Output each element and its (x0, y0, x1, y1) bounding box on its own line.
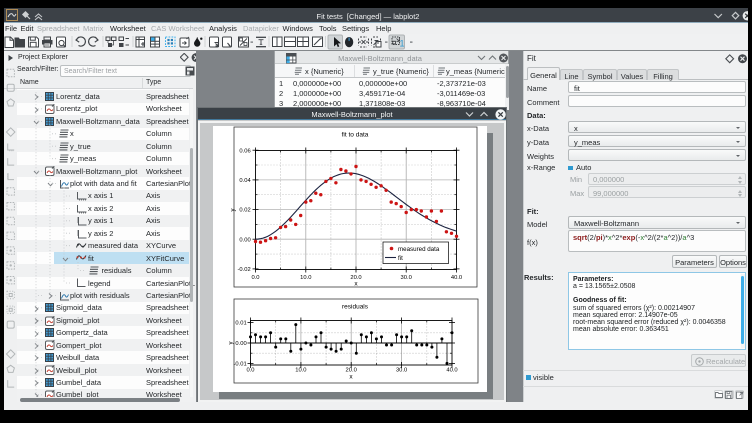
svg-text:0.01: 0.01 (235, 321, 246, 327)
svg-text:y: y (229, 342, 235, 345)
svg-text:residuals: residuals (342, 304, 369, 311)
svg-text:40.0: 40.0 (446, 368, 457, 374)
svg-text:-0.01: -0.01 (233, 362, 246, 368)
svg-text:10.0: 10.0 (295, 368, 306, 374)
svg-text:0.0: 0.0 (246, 368, 254, 374)
svg-text:0.00: 0.00 (235, 341, 246, 347)
svg-text:30.0: 30.0 (396, 368, 407, 374)
